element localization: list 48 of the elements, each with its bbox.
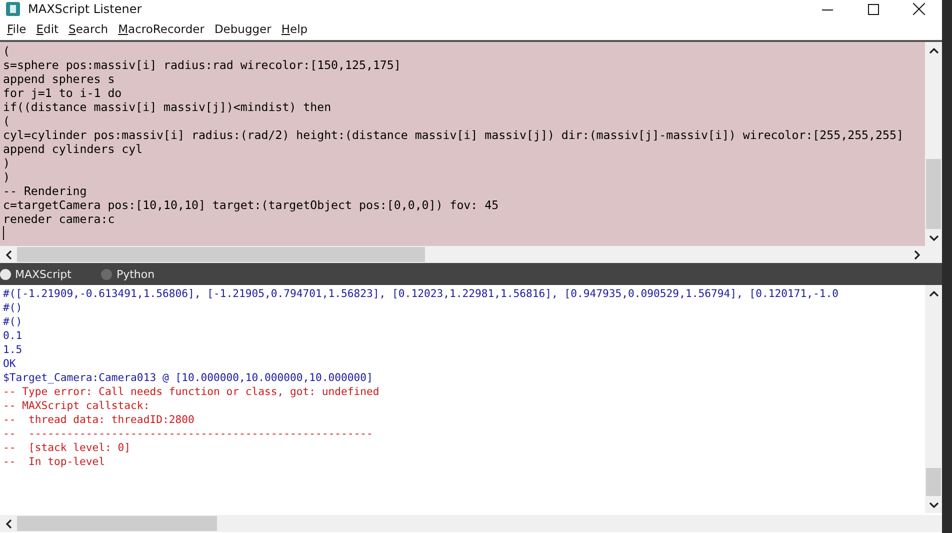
code-line: s=sphere pos:massiv[i] radius:rad wirecolor:[150,125,175] [3, 58, 401, 72]
code-line: ) [3, 170, 10, 184]
scrollbar-thumb[interactable] [926, 468, 941, 496]
language-radio[interactable]: Python [101, 268, 155, 280]
app-icon [6, 2, 20, 16]
horizontal-scrollbar[interactable] [0, 515, 942, 532]
error-line: -- In top-level [3, 455, 106, 469]
horizontal-scrollbar[interactable] [0, 246, 942, 263]
code-line: c=targetCamera pos:[10,10,10] target:(targetObject pos:[0,0,0]) fov: 45 [3, 198, 499, 212]
code-line: ( [3, 114, 10, 128]
code-line: reneder camera:c [3, 212, 115, 226]
output-line: 0.1 [3, 329, 22, 343]
code-line: append spheres s [3, 72, 115, 86]
menu-item[interactable]: File [2, 22, 32, 36]
maximize-icon [868, 4, 878, 14]
error-line: -- MAXScript callstack: [3, 399, 150, 413]
code-line: ( [3, 44, 10, 58]
script-editor[interactable] [0, 42, 925, 246]
menu-item[interactable]: Debugger [209, 22, 276, 36]
code-line: for j=1 to i-1 do [3, 86, 122, 100]
scrollbar-thumb[interactable] [17, 516, 217, 531]
error-line: -- Type error: Call needs function or class, got: undefined [3, 385, 380, 399]
code-line: -- Rendering [3, 184, 87, 198]
code-line: append cylinders cyl [3, 142, 143, 156]
language-radio[interactable]: MAXScript [0, 268, 72, 280]
output-line: 1.5 [3, 343, 22, 357]
menu-item[interactable]: MacroRecorder [113, 22, 210, 36]
code-line: if((distance massiv[i] massiv[j])<mindist) then [3, 100, 332, 114]
output-line: #([-1.21909,-0.613491,1.56806], [-1.21905,0.794701,1.56823], [0.12023,1.22981,1.56816], [0.947935,0.090529,1.56794], [0.120171,-1.0 [3, 287, 839, 301]
scrollbar-thumb[interactable] [17, 247, 425, 262]
code-line: ) [3, 156, 10, 170]
menu-item[interactable]: Search [64, 22, 114, 36]
output-line: #() [3, 301, 22, 315]
output-line: $Target_Camera:Camera013 @ [10.000000,10.000000,10.000000] [3, 371, 373, 385]
window-title: MAXScript Listener [28, 2, 142, 16]
scrollbar-thumb[interactable] [926, 159, 941, 229]
text-cursor [3, 226, 4, 240]
error-line: -- thread data: threadID:2800 [3, 413, 194, 427]
error-line: -- [stack level: 0] [3, 441, 131, 455]
output-line: OK [3, 357, 16, 371]
menu-item[interactable]: Edit [31, 22, 64, 36]
vertical-scrollbar[interactable] [925, 285, 942, 513]
vertical-scrollbar[interactable] [925, 42, 942, 246]
close-icon [913, 3, 925, 15]
menu-item[interactable]: Help [276, 22, 313, 36]
output-line: #() [3, 315, 22, 329]
error-line: -- ------------------------------------------------------ [3, 427, 373, 441]
code-line: cyl=cylinder pos:massiv[i] radius:(rad/2) height:(distance massiv[i] massiv[j]) dir:(massiv[j]-massiv[i]) wirecolor:[255,255,255] [3, 128, 904, 142]
